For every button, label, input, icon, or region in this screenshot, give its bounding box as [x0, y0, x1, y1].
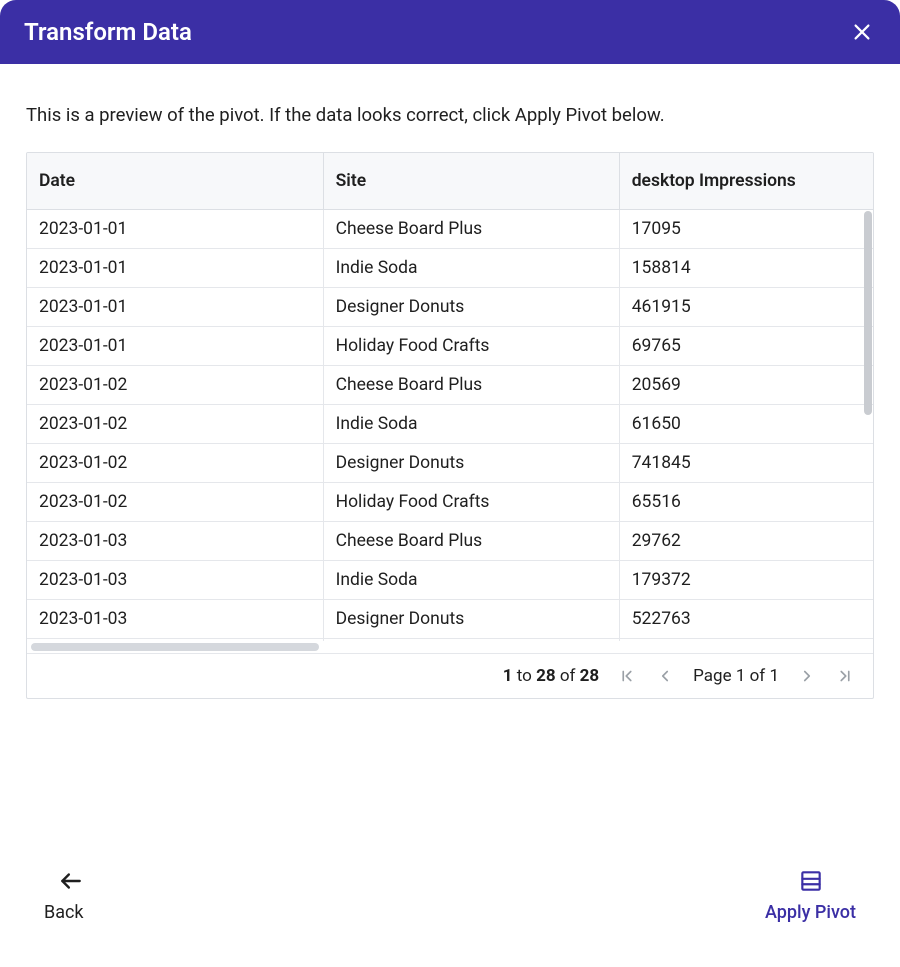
cell-site: Designer Donuts [323, 600, 619, 639]
pager-prev-button[interactable] [655, 666, 675, 686]
cell-site: Designer Donuts [323, 288, 619, 327]
table-row[interactable]: 2023-01-01Indie Soda158814 [27, 249, 873, 288]
cell-site: Indie Soda [323, 249, 619, 288]
cell-site: Cheese Board Plus [323, 210, 619, 249]
table-row[interactable]: 2023-01-02Designer Donuts741845 [27, 444, 873, 483]
cell-site: Indie Soda [323, 405, 619, 444]
table-header-row: Date Site desktop Impressions [27, 153, 873, 210]
cell-date: 2023-01-02 [27, 366, 323, 405]
vertical-scroll-thumb[interactable] [864, 211, 872, 415]
table-row[interactable]: 2023-01-01Holiday Food Crafts69765 [27, 327, 873, 366]
cell-date: 2023-01-01 [27, 288, 323, 327]
rows-icon [798, 868, 824, 894]
chevron-right-icon [798, 667, 816, 685]
back-button[interactable]: Back [44, 868, 84, 923]
cell-site: Designer Donuts [323, 444, 619, 483]
column-header-date[interactable]: Date [27, 153, 323, 210]
pager-to: 28 [536, 666, 556, 686]
cell-site: Cheese Board Plus [323, 366, 619, 405]
table-row[interactable]: 2023-01-01Cheese Board Plus17095 [27, 210, 873, 249]
column-header-impressions[interactable]: desktop Impressions [619, 153, 873, 210]
chevron-left-icon [656, 667, 674, 685]
page-last-icon [836, 667, 854, 685]
cell-date: 2023-01-03 [27, 561, 323, 600]
apply-pivot-button[interactable]: Apply Pivot [765, 868, 856, 923]
pager-last-button[interactable] [835, 666, 855, 686]
cell-site: Cheese Board Plus [323, 522, 619, 561]
table-row[interactable]: 2023-01-03Indie Soda179372 [27, 561, 873, 600]
horizontal-scrollbar[interactable] [27, 641, 873, 653]
pager-next-button[interactable] [797, 666, 817, 686]
pager-range: 1 to 28 of 28 [503, 666, 599, 686]
vertical-scrollbar[interactable] [863, 153, 873, 641]
modal-body: This is a preview of the pivot. If the d… [0, 64, 900, 838]
back-label: Back [44, 902, 84, 923]
transform-data-modal: Transform Data This is a preview of the … [0, 0, 900, 967]
table-row[interactable]: 2023-01-01Designer Donuts461915 [27, 288, 873, 327]
preview-description: This is a preview of the pivot. If the d… [26, 104, 874, 126]
grid-scroll-viewport[interactable]: Date Site desktop Impressions 2023-01-01… [27, 153, 873, 641]
table-row[interactable]: 2023-01-03Designer Donuts522763 [27, 600, 873, 639]
table-row[interactable]: 2023-01-02Cheese Board Plus20569 [27, 366, 873, 405]
page-first-icon [618, 667, 636, 685]
cell-impressions: 17095 [619, 210, 873, 249]
cell-site: Holiday Food Crafts [323, 483, 619, 522]
table-row[interactable]: 2023-01-02Holiday Food Crafts65516 [27, 483, 873, 522]
cell-impressions: 741845 [619, 444, 873, 483]
pager-total: 28 [580, 666, 600, 686]
column-header-site[interactable]: Site [323, 153, 619, 210]
cell-impressions: 179372 [619, 561, 873, 600]
table-row[interactable]: 2023-01-03Cheese Board Plus29762 [27, 522, 873, 561]
pager-from: 1 [503, 666, 513, 686]
cell-impressions: 65516 [619, 483, 873, 522]
cell-site: Indie Soda [323, 561, 619, 600]
cell-impressions: 158814 [619, 249, 873, 288]
horizontal-scroll-thumb[interactable] [31, 643, 319, 651]
close-icon [851, 21, 873, 43]
arrow-left-icon [58, 868, 84, 894]
cell-date: 2023-01-03 [27, 522, 323, 561]
pivot-table: Date Site desktop Impressions 2023-01-01… [27, 153, 873, 641]
cell-impressions: 69765 [619, 327, 873, 366]
cell-impressions: 20569 [619, 366, 873, 405]
pager-first-button[interactable] [617, 666, 637, 686]
cell-impressions: 522763 [619, 600, 873, 639]
modal-footer: Back Apply Pivot [0, 838, 900, 967]
cell-impressions: 461915 [619, 288, 873, 327]
cell-impressions: 29762 [619, 522, 873, 561]
cell-date: 2023-01-02 [27, 444, 323, 483]
modal-title: Transform Data [24, 18, 192, 46]
cell-date: 2023-01-01 [27, 249, 323, 288]
close-button[interactable] [848, 18, 876, 46]
cell-date: 2023-01-02 [27, 405, 323, 444]
grid-pager: 1 to 28 of 28 Page [27, 653, 873, 698]
cell-date: 2023-01-02 [27, 483, 323, 522]
cell-date: 2023-01-01 [27, 327, 323, 366]
table-row[interactable]: 2023-01-02Indie Soda61650 [27, 405, 873, 444]
cell-impressions: 61650 [619, 405, 873, 444]
modal-header: Transform Data [0, 0, 900, 64]
cell-site: Holiday Food Crafts [323, 327, 619, 366]
cell-date: 2023-01-01 [27, 210, 323, 249]
pager-page-status: Page 1 of 1 [693, 666, 779, 686]
cell-date: 2023-01-03 [27, 600, 323, 639]
apply-label: Apply Pivot [765, 902, 856, 923]
pivot-preview-grid: Date Site desktop Impressions 2023-01-01… [26, 152, 874, 699]
